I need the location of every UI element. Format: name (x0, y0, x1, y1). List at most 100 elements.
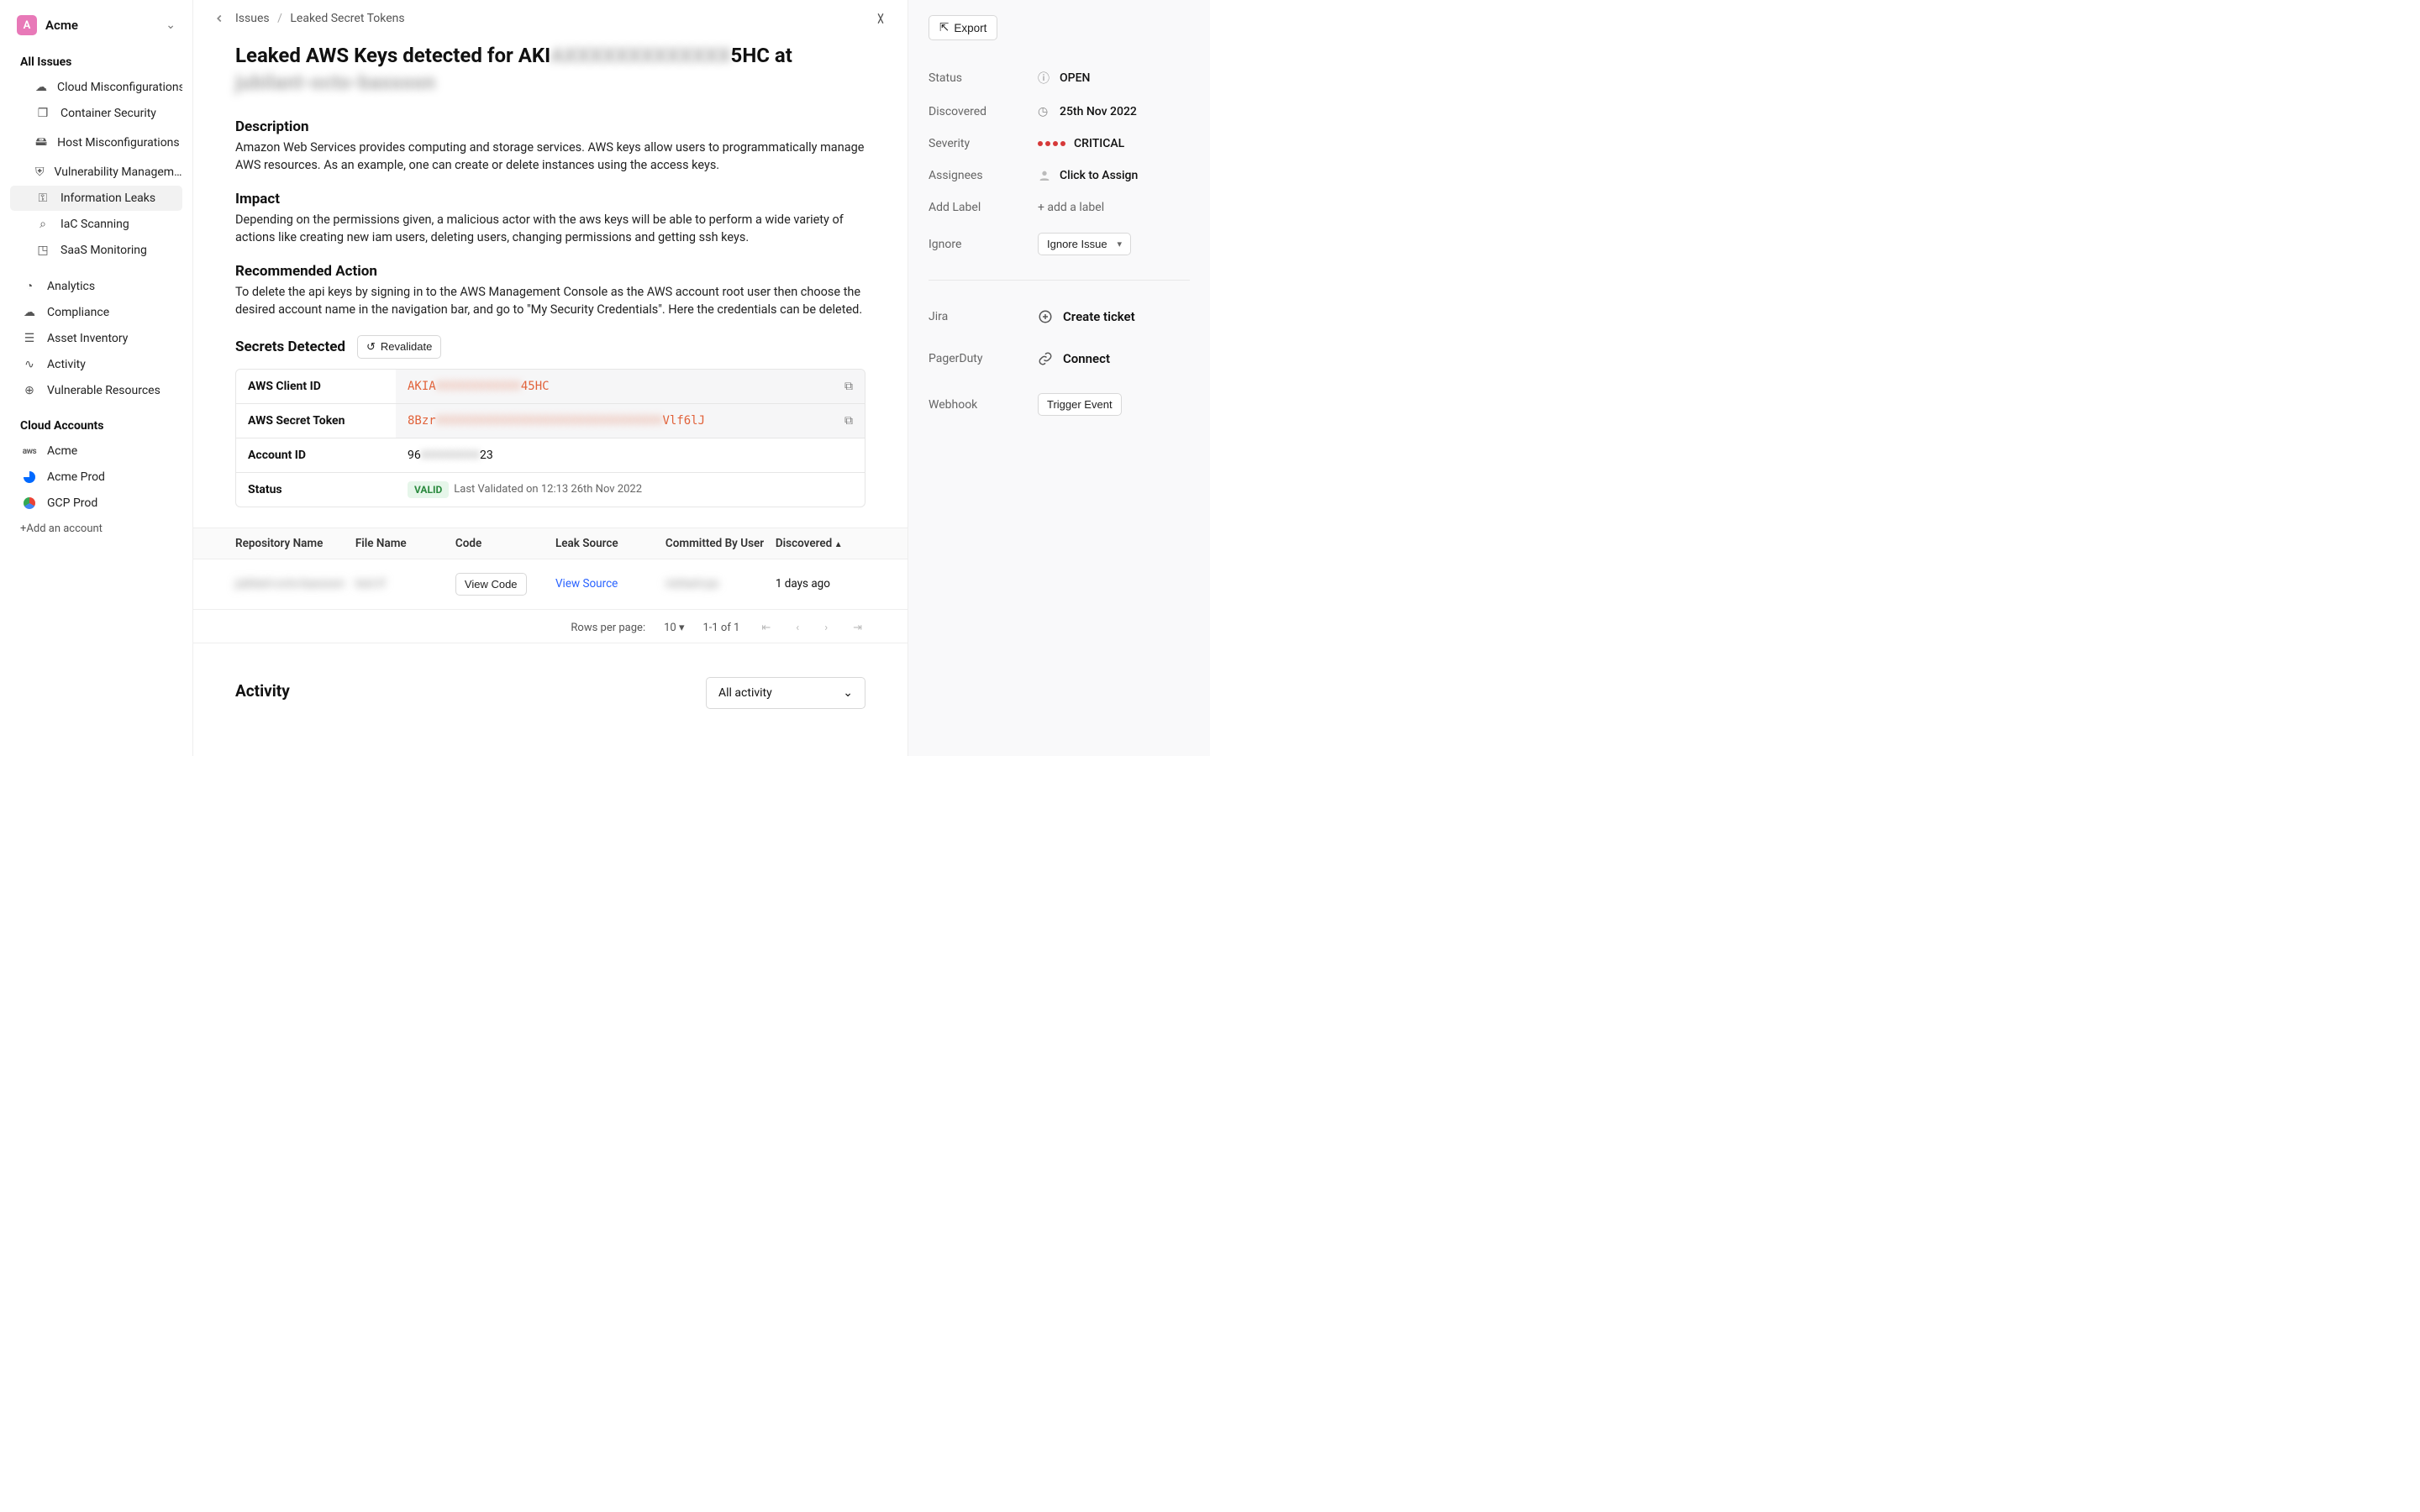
cell-discovered: 1 days ago (776, 577, 865, 591)
impact-heading: Impact (235, 191, 865, 207)
main-panel: Issues / Leaked Secret Tokens Leaked AWS… (193, 0, 908, 756)
col-discovered[interactable]: Discovered (776, 537, 865, 550)
pagination-range: 1-1 of 1 (702, 622, 739, 634)
col-repo[interactable]: Repository Name (235, 537, 355, 550)
cloud-account-acme-prod[interactable]: Acme Prod (10, 465, 182, 490)
view-source-link[interactable]: View Source (555, 577, 618, 591)
view-code-button[interactable]: View Code (455, 573, 527, 596)
export-button[interactable]: ⇱ Export (929, 15, 997, 40)
secret-value-client-id: AKIAXXXXXXXXXXXX45HC (408, 380, 550, 393)
scan-icon: ⌕ (35, 218, 50, 231)
page-prev-icon[interactable]: ‹ (792, 622, 802, 634)
workspace-badge: A (17, 15, 37, 35)
list-icon: ☰ (22, 332, 37, 345)
sidebar-item-label: Activity (47, 358, 86, 371)
server-icon: 🖴 (35, 133, 47, 153)
chevron-down-icon: ⌄ (843, 686, 853, 700)
pagerduty-connect[interactable]: Connect (1038, 351, 1110, 366)
plus-circle-icon (1038, 309, 1053, 324)
chart-icon: ◔ (22, 279, 37, 293)
col-user[interactable]: Committed By User (666, 537, 776, 550)
breadcrumb: Issues / Leaked Secret Tokens (235, 12, 405, 25)
recommended-action-heading: Recommended Action (235, 263, 865, 280)
activity-filter-select[interactable]: All activity ⌄ (706, 677, 865, 709)
meta-label-severity: Severity (929, 137, 1038, 150)
shield-icon: ⛨ (35, 165, 45, 179)
cloud-account-label: Acme (47, 444, 77, 458)
severity-dots-icon (1038, 141, 1065, 146)
breadcrumb-root[interactable]: Issues (235, 12, 270, 25)
trigger-event-button[interactable]: Trigger Event (1038, 393, 1122, 416)
description-heading: Description (235, 118, 865, 135)
topbar: Issues / Leaked Secret Tokens (193, 0, 908, 34)
user-icon (1038, 169, 1051, 182)
meta-value-status: OPEN (1060, 71, 1090, 85)
sidebar-item-info-leaks[interactable]: ⚿ Information Leaks (10, 186, 182, 211)
description-text: Amazon Web Services provides computing a… (235, 139, 865, 174)
details-panel: ⇱ Export Status ⓘ OPEN Discovered ◷ 25th… (908, 0, 1210, 756)
nav-group-all-issues[interactable]: All Issues (8, 49, 184, 74)
secret-key-client-id: AWS Client ID (236, 370, 396, 403)
jira-create-ticket[interactable]: Create ticket (1038, 309, 1135, 324)
meta-value-severity: CRITICAL (1074, 137, 1124, 150)
impact-text: Depending on the permissions given, a ma… (235, 211, 865, 246)
cloud-account-label: Acme Prod (47, 470, 105, 484)
activity-heading: Activity (235, 681, 290, 701)
pagination: Rows per page: 10 ▾ 1-1 of 1 ⇤ ‹ › ⇥ (193, 610, 908, 643)
sidebar-item-label: Container Security (60, 107, 156, 120)
sidebar-item-container-security[interactable]: ❒ Container Security (10, 101, 182, 126)
cloud-icon: ☁ (35, 81, 47, 94)
aws-icon: aws (22, 447, 37, 456)
sidebar-item-iac-scanning[interactable]: ⌕ IaC Scanning (10, 212, 182, 237)
add-label-button[interactable]: + add a label (1038, 201, 1104, 214)
secret-key-account-id: Account ID (236, 438, 396, 472)
pulse-icon: ∿ (22, 358, 37, 371)
cell-repo: jubilant-octo-bassoon (235, 577, 355, 591)
nav-group-cloud-accounts: Cloud Accounts (8, 412, 184, 438)
sidebar-item-host-misconfig[interactable]: 🖴 Host Misconfigurations (10, 127, 182, 159)
secret-key-status: Status (236, 473, 396, 507)
meta-label-ignore: Ignore (929, 238, 1038, 251)
col-code[interactable]: Code (455, 537, 555, 550)
leak-table: Repository Name File Name Code Leak Sour… (193, 528, 908, 610)
ignore-issue-button[interactable]: Ignore Issue (1038, 233, 1131, 255)
breadcrumb-sep: / (277, 12, 282, 25)
target-icon: ⊕ (22, 384, 37, 397)
refresh-icon: ↺ (366, 340, 376, 354)
collapse-panel-icon[interactable] (874, 12, 887, 25)
col-file[interactable]: File Name (355, 537, 455, 550)
sidebar-item-label: Vulnerable Resources (47, 384, 160, 397)
add-account-link[interactable]: +Add an account (8, 517, 184, 541)
sidebar-item-vuln-resources[interactable]: ⊕ Vulnerable Resources (10, 378, 182, 403)
sidebar-item-activity[interactable]: ∿ Activity (10, 352, 182, 377)
page-last-icon[interactable]: ⇥ (850, 622, 865, 634)
page-next-icon[interactable]: › (821, 622, 831, 634)
sidebar: A Acme ⌄ All Issues ☁ Cloud Misconfigura… (0, 0, 193, 756)
sidebar-item-compliance[interactable]: ☁ Compliance (10, 300, 182, 325)
secrets-detected-heading: Secrets Detected (235, 339, 345, 355)
col-source[interactable]: Leak Source (555, 537, 666, 550)
back-button[interactable] (213, 13, 225, 24)
divider (929, 280, 1190, 281)
rows-per-page-select[interactable]: 10 ▾ (664, 622, 684, 634)
cloud-account-acme[interactable]: aws Acme (10, 438, 182, 464)
workspace-name: Acme (45, 18, 78, 33)
sidebar-item-label: Analytics (47, 280, 95, 293)
workspace-switcher[interactable]: A Acme ⌄ (8, 15, 184, 49)
export-icon: ⇱ (939, 21, 949, 34)
sidebar-item-cloud-misconfig[interactable]: ☁ Cloud Misconfigurations (10, 75, 182, 100)
sidebar-item-analytics[interactable]: ◔ Analytics (10, 273, 182, 299)
assignees-picker[interactable]: Click to Assign (1038, 169, 1138, 182)
sidebar-item-label: Compliance (47, 306, 109, 319)
cloud-account-gcp-prod[interactable]: GCP Prod (10, 491, 182, 516)
revalidate-button[interactable]: ↺ Revalidate (357, 335, 441, 359)
copy-icon[interactable]: ⧉ (844, 380, 853, 393)
clock-icon: ◷ (1038, 105, 1051, 118)
sidebar-item-vuln-mgmt[interactable]: ⛨ Vulnerability Managem… (10, 160, 182, 185)
page-first-icon[interactable]: ⇤ (758, 622, 774, 634)
monitor-icon: ◳ (35, 244, 50, 257)
sidebar-item-label: Cloud Misconfigurations (57, 81, 182, 94)
copy-icon[interactable]: ⧉ (844, 414, 853, 428)
sidebar-item-saas-monitoring[interactable]: ◳ SaaS Monitoring (10, 238, 182, 263)
sidebar-item-asset-inventory[interactable]: ☰ Asset Inventory (10, 326, 182, 351)
